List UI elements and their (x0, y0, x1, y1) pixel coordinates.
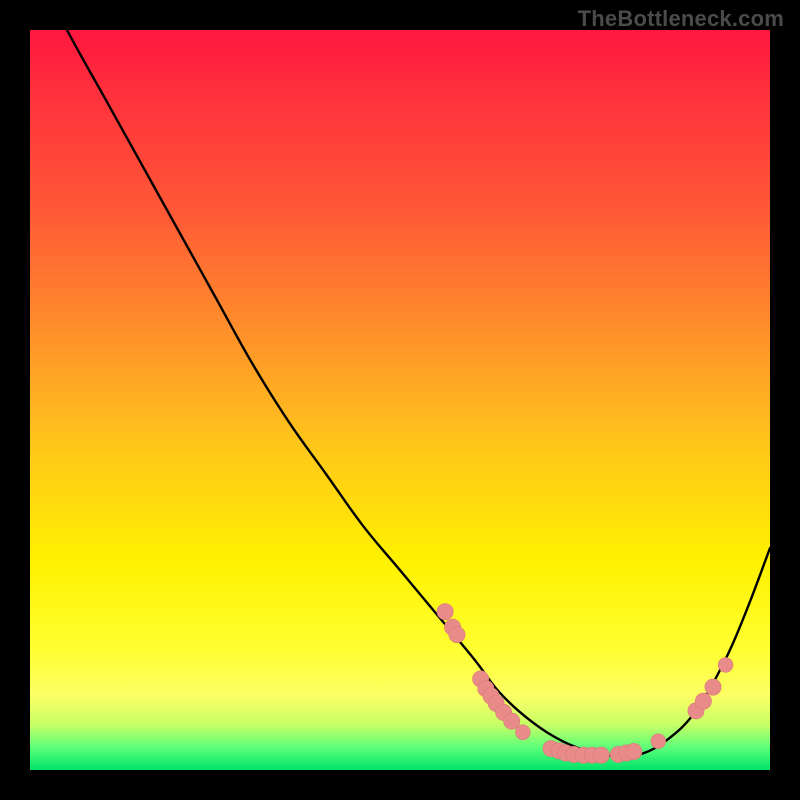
data-marker (449, 626, 465, 642)
watermark-text: TheBottleneck.com (578, 6, 784, 32)
data-marker (437, 604, 453, 620)
chart-stage: TheBottleneck.com (0, 0, 800, 800)
bottleneck-curve (30, 30, 770, 757)
data-marker (718, 658, 733, 673)
data-marker (515, 725, 530, 740)
data-marker (695, 693, 711, 709)
data-marker (593, 747, 609, 763)
data-marker (651, 734, 666, 749)
chart-plot-area (30, 30, 770, 770)
data-marker (626, 743, 642, 759)
data-marker (705, 679, 721, 695)
chart-svg (30, 30, 770, 770)
data-markers (437, 604, 733, 764)
